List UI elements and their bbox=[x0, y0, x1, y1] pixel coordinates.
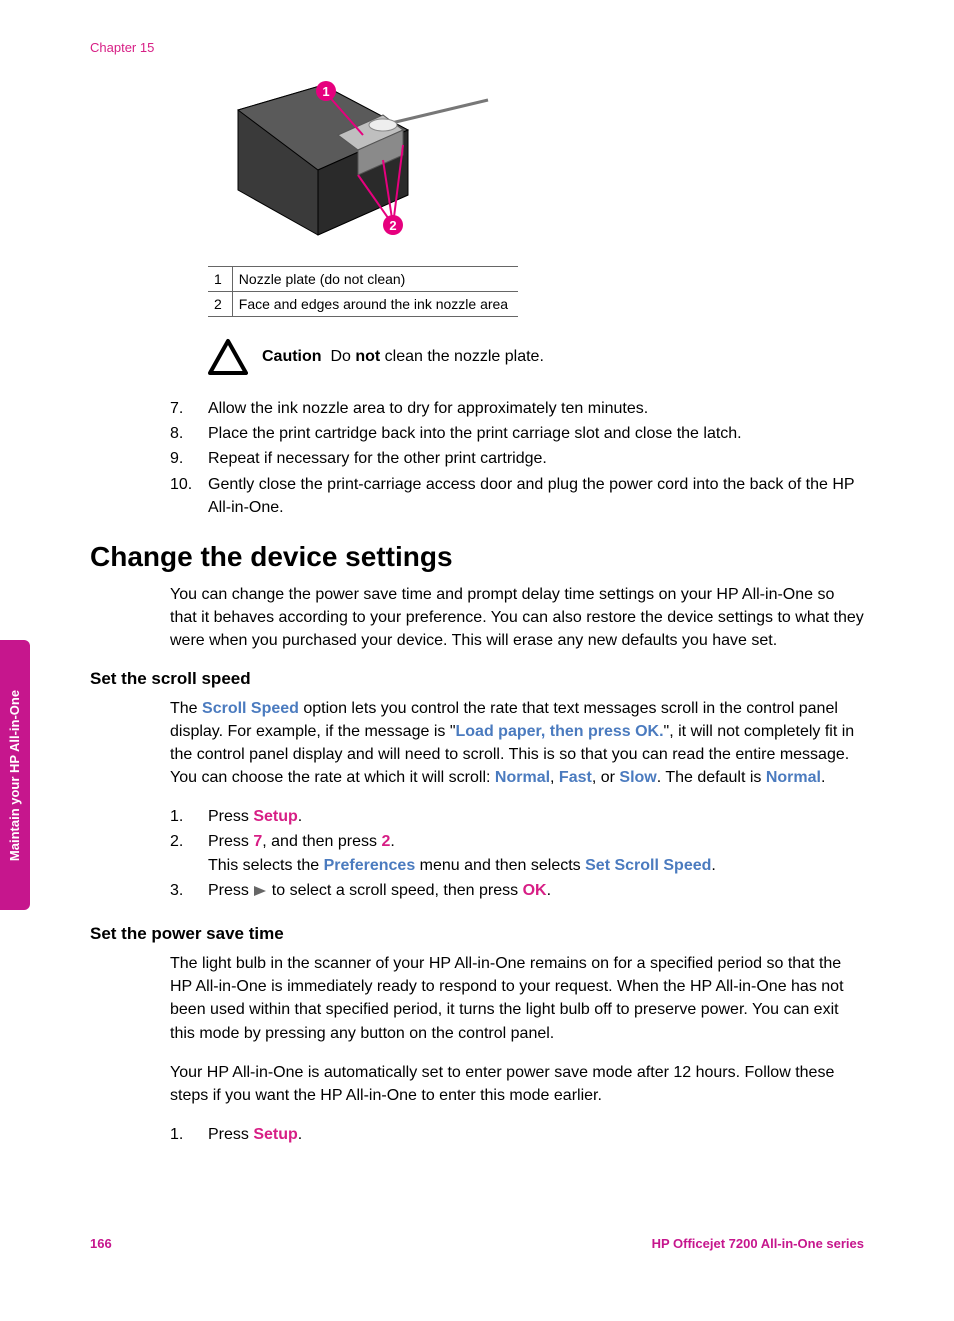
setup-button-label: Setup bbox=[253, 808, 297, 825]
scroll-steps: 1. Press Setup. 2. Press 7, and then pre… bbox=[170, 805, 864, 902]
chapter-label: Chapter 15 bbox=[90, 40, 864, 55]
callout-row: 2 Face and edges around the ink nozzle a… bbox=[208, 292, 518, 317]
step-row: 9.Repeat if necessary for the other prin… bbox=[170, 447, 864, 470]
step-row: 10.Gently close the print-carriage acces… bbox=[170, 473, 864, 519]
step-row: 2. Press 7, and then press 2. This selec… bbox=[170, 830, 864, 876]
page-body: Chapter 15 1 2 1 Noz bbox=[0, 0, 954, 1208]
right-arrow-icon bbox=[253, 885, 267, 897]
power-steps: 1. Press Setup. bbox=[170, 1123, 864, 1146]
step-row: 8.Place the print cartridge back into th… bbox=[170, 422, 864, 445]
scroll-heading: Set the scroll speed bbox=[90, 669, 864, 689]
callout-text: Face and edges around the ink nozzle are… bbox=[232, 292, 518, 317]
step-row: 1. Press Setup. bbox=[170, 1123, 864, 1146]
page-number: 166 bbox=[90, 1236, 112, 1251]
setup-button-label: Setup bbox=[253, 1126, 297, 1143]
section-intro: You can change the power save time and p… bbox=[170, 583, 864, 653]
ok-button-label: OK bbox=[523, 882, 547, 899]
footer: 166 HP Officejet 7200 All-in-One series bbox=[90, 1236, 864, 1251]
step-row: 3. Press to select a scroll speed, then … bbox=[170, 879, 864, 902]
caution-text: Caution Do not clean the nozzle plate. bbox=[262, 348, 544, 366]
power-p2: Your HP All-in-One is automatically set … bbox=[170, 1061, 864, 1107]
caution-block: Caution Do not clean the nozzle plate. bbox=[208, 337, 864, 377]
step-row: 7.Allow the ink nozzle area to dry for a… bbox=[170, 397, 864, 420]
callout-num: 2 bbox=[208, 292, 232, 317]
callout-table: 1 Nozzle plate (do not clean) 2 Face and… bbox=[208, 266, 518, 317]
scroll-paragraph: The Scroll Speed option lets you control… bbox=[170, 697, 864, 790]
callout-row: 1 Nozzle plate (do not clean) bbox=[208, 267, 518, 292]
callout-text: Nozzle plate (do not clean) bbox=[232, 267, 518, 292]
svg-text:2: 2 bbox=[389, 218, 396, 233]
callout-num: 1 bbox=[208, 267, 232, 292]
power-p1: The light bulb in the scanner of your HP… bbox=[170, 952, 864, 1045]
svg-text:1: 1 bbox=[322, 84, 329, 99]
continued-steps: 7.Allow the ink nozzle area to dry for a… bbox=[170, 397, 864, 519]
printer-cartridge-illustration: 1 2 bbox=[208, 75, 498, 255]
power-heading: Set the power save time bbox=[90, 924, 864, 944]
section-title: Change the device settings bbox=[90, 541, 864, 573]
caution-icon bbox=[208, 337, 248, 377]
step-row: 1. Press Setup. bbox=[170, 805, 864, 828]
caution-label: Caution bbox=[262, 348, 322, 365]
product-name: HP Officejet 7200 All-in-One series bbox=[652, 1236, 864, 1251]
figure-area: 1 2 1 Nozzle plate (do not clean) 2 Face… bbox=[208, 75, 864, 317]
